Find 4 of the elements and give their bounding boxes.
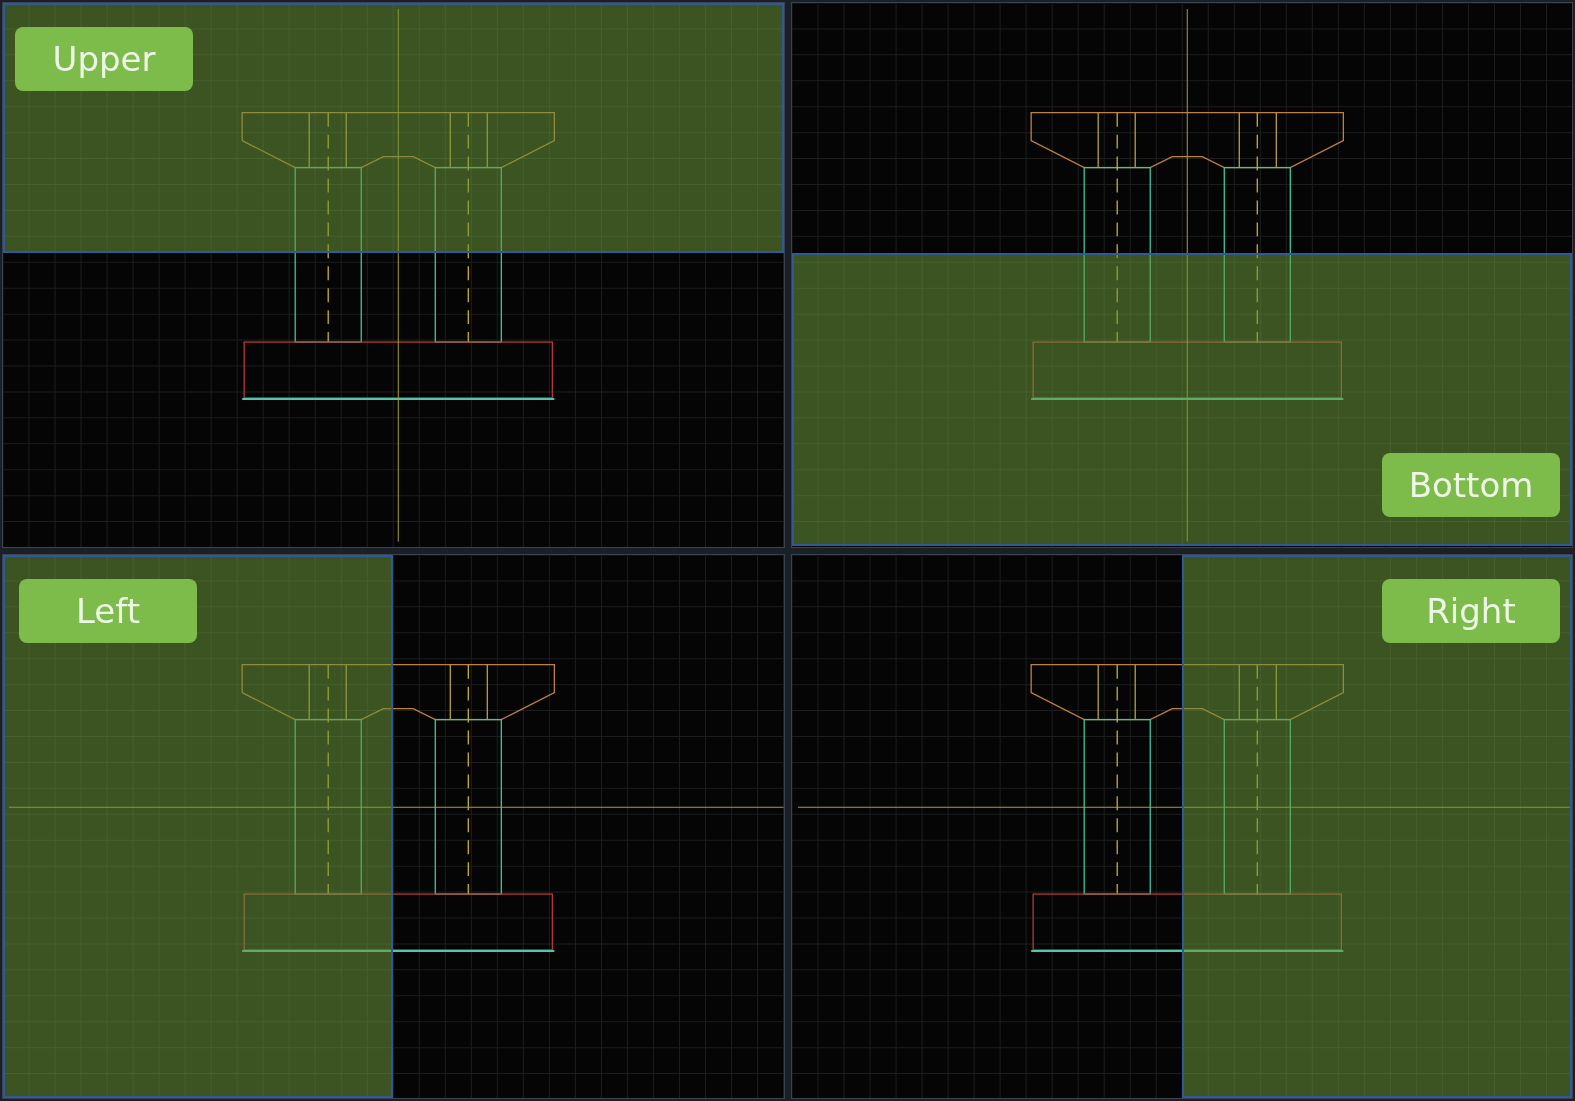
region-label[interactable]: Upper — [15, 27, 193, 91]
region-label[interactable]: Right — [1382, 578, 1560, 643]
region-label[interactable]: Left — [19, 578, 197, 643]
region-label[interactable]: Bottom — [1382, 452, 1560, 517]
